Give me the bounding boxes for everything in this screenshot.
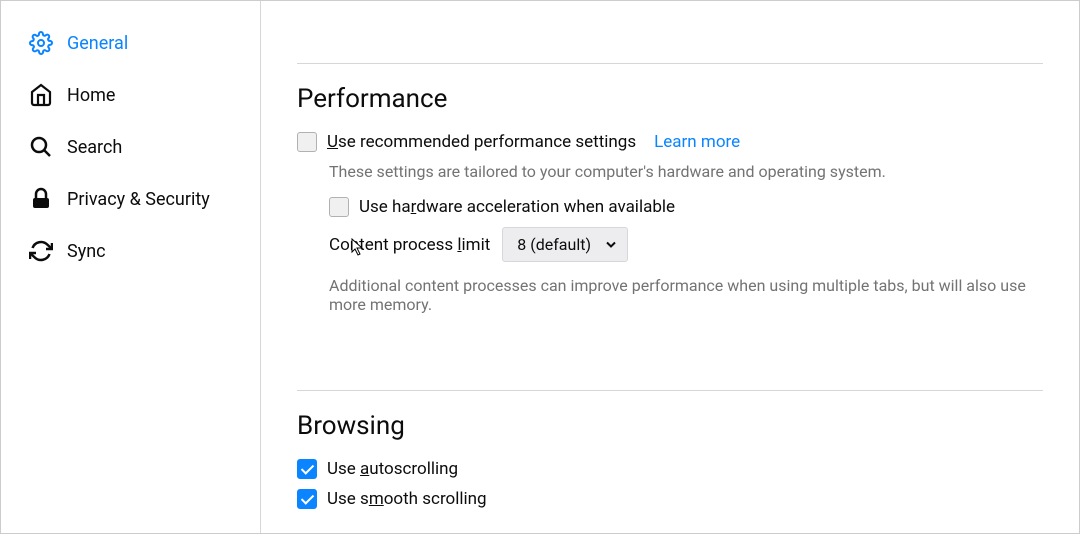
home-icon: [29, 83, 53, 107]
sync-icon: [29, 239, 53, 263]
smooth-scroll-row: Use smooth scrolling: [297, 489, 1043, 509]
content-limit-row: Content process limit 8 (default): [329, 227, 1043, 262]
content-limit-value: 8 (default): [517, 235, 591, 254]
sidebar-item-label: Home: [67, 85, 115, 106]
smooth-scroll-label[interactable]: Use smooth scrolling: [327, 489, 487, 509]
sidebar-item-search[interactable]: Search: [1, 121, 260, 173]
sidebar-item-label: General: [67, 33, 128, 54]
performance-heading: Performance: [297, 84, 1043, 114]
recommended-description: These settings are tailored to your comp…: [329, 162, 1043, 181]
content-limit-label: Content process limit: [329, 235, 490, 255]
sidebar-item-label: Sync: [67, 241, 106, 262]
sidebar-item-privacy[interactable]: Privacy & Security: [1, 173, 260, 225]
content-limit-select[interactable]: 8 (default): [502, 227, 628, 262]
hardware-accel-label[interactable]: Use hardware acceleration when available: [359, 197, 675, 217]
hardware-accel-checkbox[interactable]: [329, 197, 349, 217]
sidebar-item-label: Search: [67, 137, 122, 158]
sidebar-item-general[interactable]: General: [1, 17, 260, 69]
section-divider: [297, 63, 1043, 64]
browsing-heading: Browsing: [297, 411, 1043, 441]
autoscroll-row: Use autoscrolling: [297, 459, 1043, 479]
recommended-settings-row: Use recommended performance settings Lea…: [297, 132, 1043, 152]
search-icon: [29, 135, 53, 159]
smooth-scroll-checkbox[interactable]: [297, 489, 317, 509]
chevron-down-icon: [605, 235, 617, 254]
settings-sidebar: General Home Search Privacy & Security: [1, 1, 261, 533]
sidebar-item-sync[interactable]: Sync: [1, 225, 260, 277]
gear-icon: [29, 31, 53, 55]
sidebar-item-home[interactable]: Home: [1, 69, 260, 121]
section-divider: [297, 390, 1043, 391]
hardware-accel-row: Use hardware acceleration when available: [329, 197, 1043, 217]
autoscroll-label[interactable]: Use autoscrolling: [327, 459, 458, 479]
recommended-settings-label[interactable]: Use recommended performance settings: [327, 132, 636, 152]
autoscroll-checkbox[interactable]: [297, 459, 317, 479]
sidebar-item-label: Privacy & Security: [67, 189, 210, 210]
settings-main: Performance Use recommended performance …: [261, 1, 1079, 533]
recommended-settings-checkbox[interactable]: [297, 132, 317, 152]
learn-more-link[interactable]: Learn more: [654, 132, 740, 152]
lock-icon: [29, 187, 53, 211]
content-limit-description: Additional content processes can improve…: [329, 276, 1043, 314]
